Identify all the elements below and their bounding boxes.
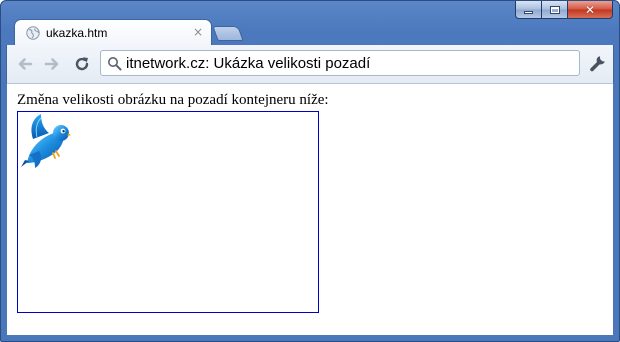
browser-window: ✕ ukazka.htm × itnetwork.cz: Ukázka veli… [0, 0, 620, 342]
toolbar: itnetwork.cz: Ukázka velikosti pozadí [6, 45, 614, 83]
close-window-button[interactable]: ✕ [568, 1, 613, 19]
search-icon [108, 57, 122, 71]
tab-close-icon[interactable]: × [193, 25, 203, 39]
bluebird-image [21, 114, 71, 168]
wrench-icon[interactable] [588, 53, 608, 73]
page-heading: Změna velikosti obrázku na pozadí kontej… [17, 92, 329, 108]
back-button[interactable] [14, 53, 36, 75]
forward-button[interactable] [41, 53, 63, 75]
background-container [17, 111, 319, 313]
address-bar[interactable]: itnetwork.cz: Ukázka velikosti pozadí [100, 50, 580, 76]
new-tab-button[interactable] [212, 26, 244, 41]
window-controls: ✕ [515, 1, 613, 20]
address-text: itnetwork.cz: Ukázka velikosti pozadí [126, 55, 371, 72]
tab-title: ukazka.htm [46, 26, 108, 40]
back-arrow-icon [18, 58, 33, 70]
close-icon: ✕ [584, 2, 596, 17]
minimize-icon [524, 11, 533, 14]
forward-arrow-icon [44, 58, 59, 70]
tab-ukazka[interactable]: ukazka.htm × [14, 19, 212, 46]
globe-icon [26, 26, 40, 40]
reload-icon [75, 57, 89, 71]
page-content: Změna velikosti obrázku na pozadí kontej… [7, 83, 613, 335]
minimize-button[interactable] [515, 1, 542, 19]
maximize-icon [549, 5, 560, 14]
maximize-button[interactable] [542, 1, 568, 19]
reload-button[interactable] [71, 53, 93, 75]
